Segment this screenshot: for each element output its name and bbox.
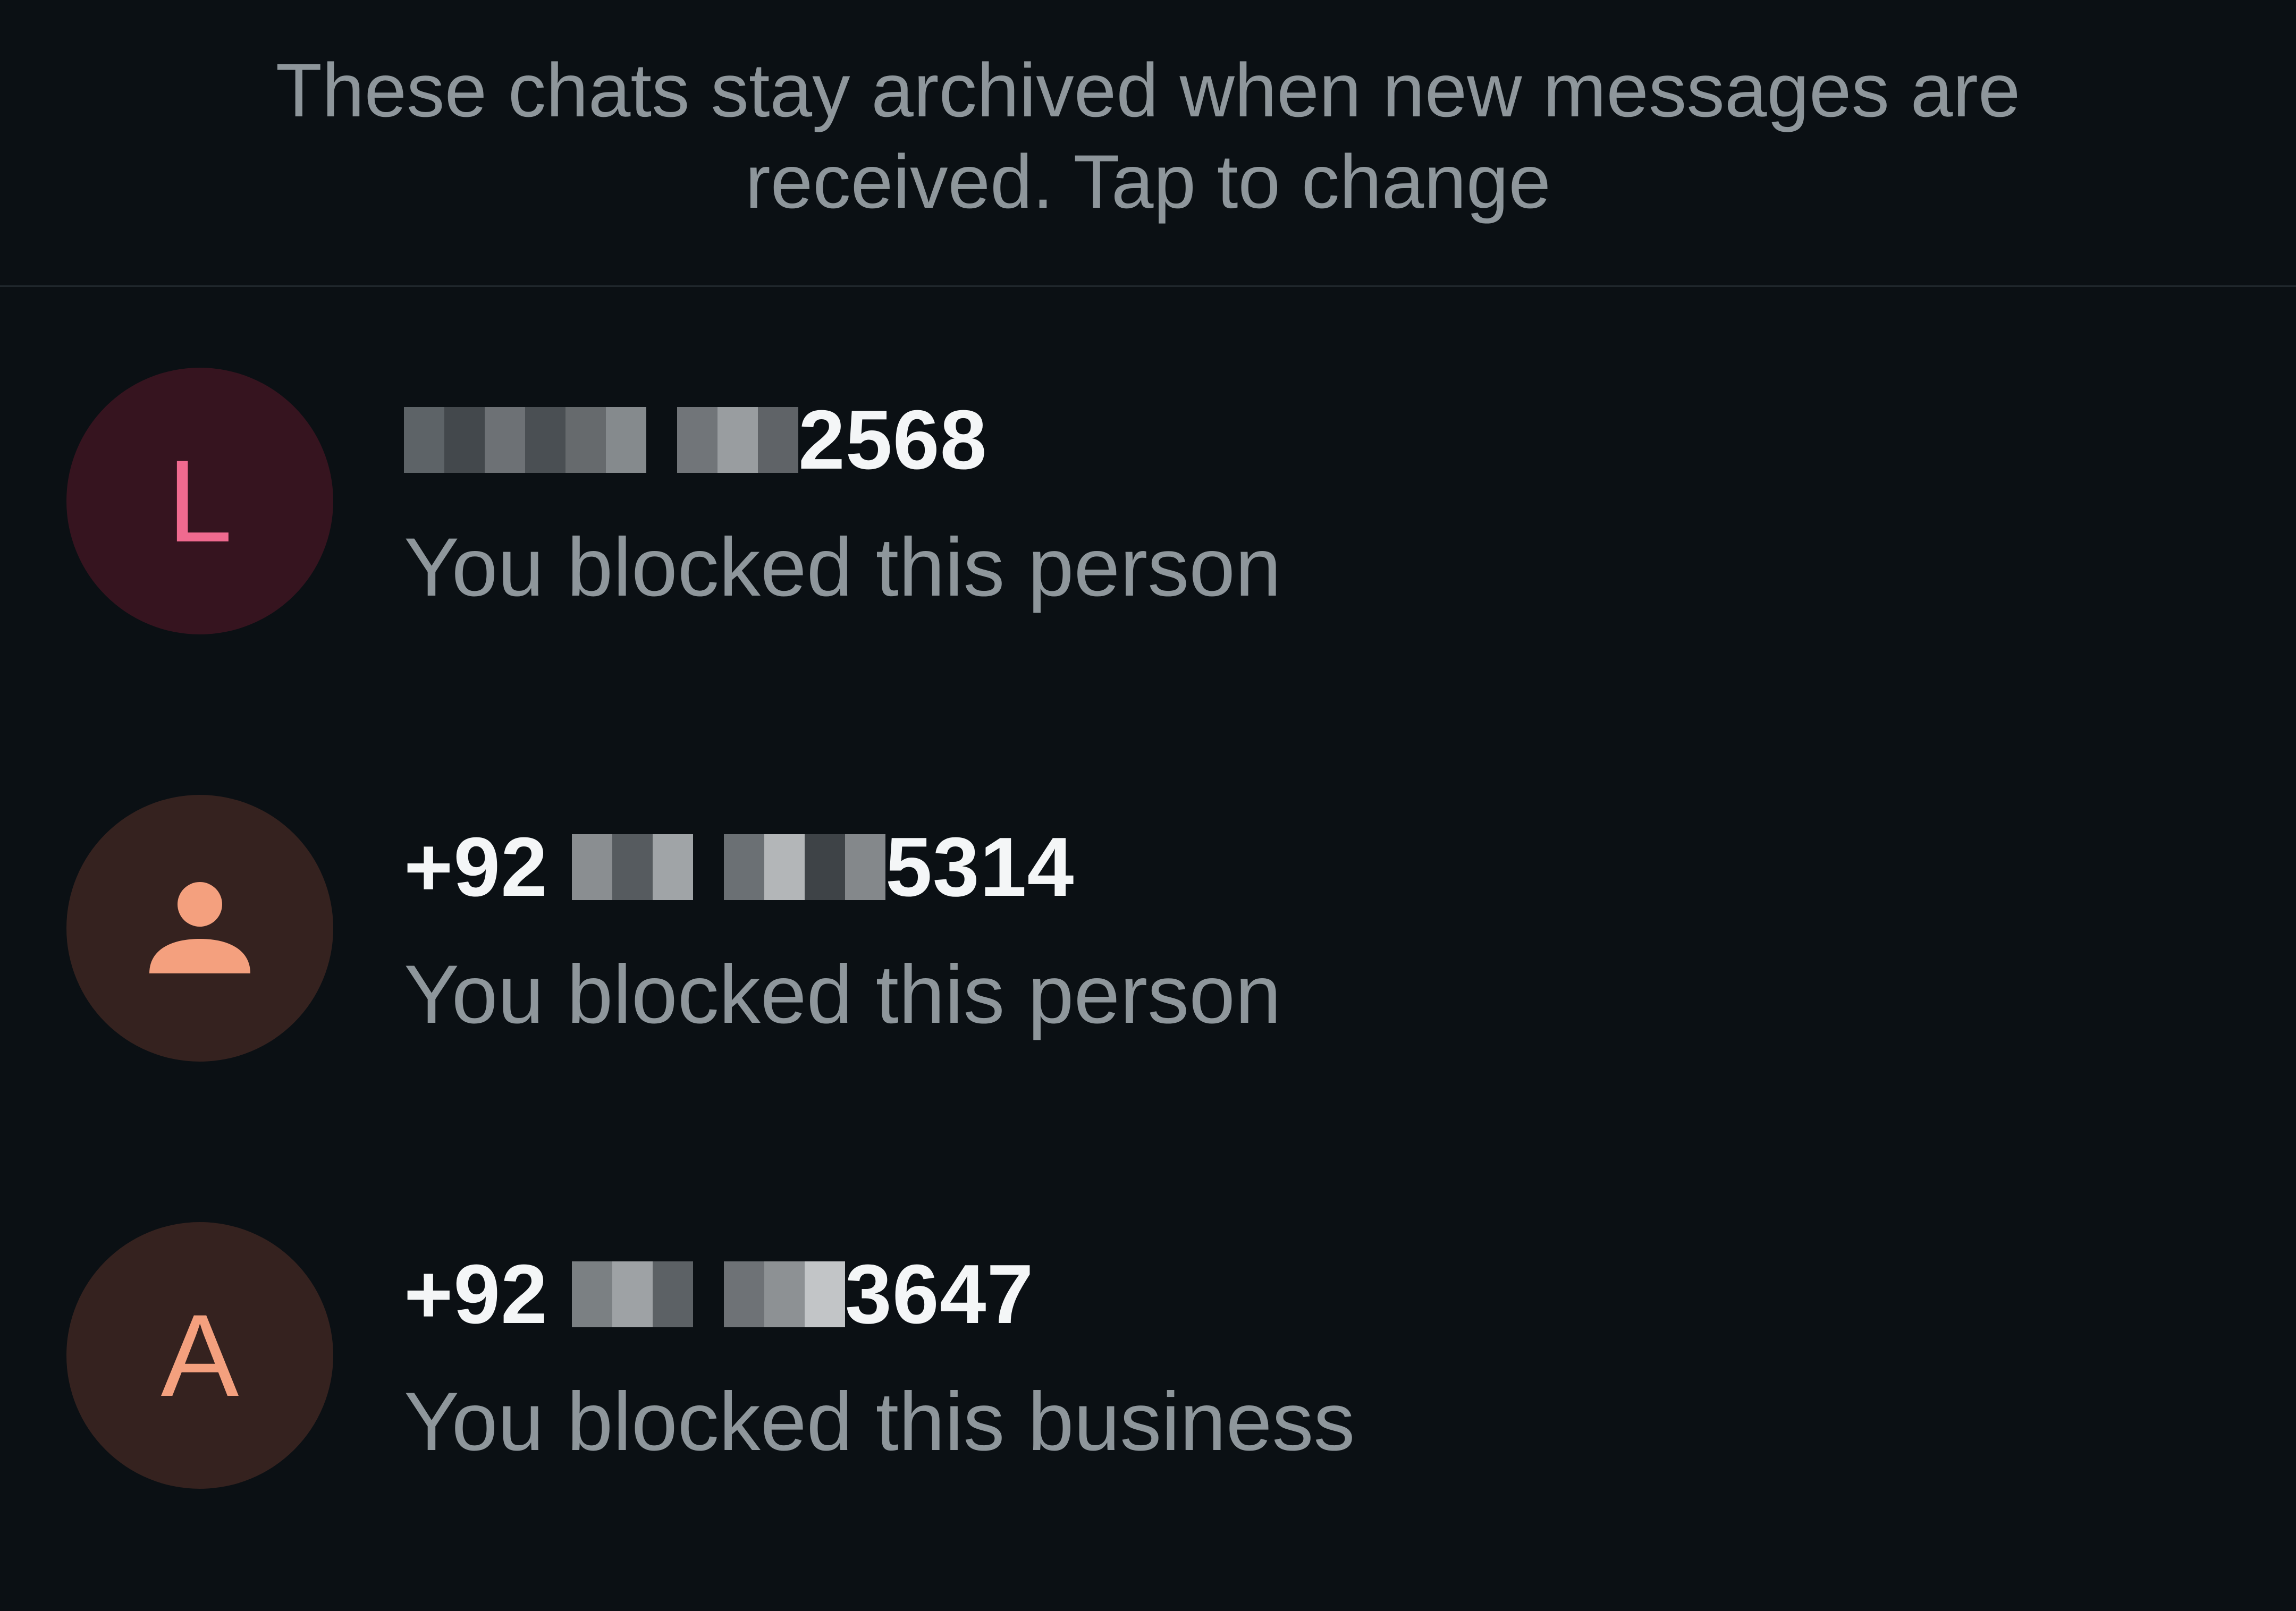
- redacted-number-segment: [723, 834, 885, 900]
- contact-name: +92 3647: [404, 1248, 1034, 1341]
- redacted-number-segment: [571, 834, 693, 900]
- redacted-number-segment: [677, 407, 798, 473]
- redacted-number-segment: [571, 1261, 693, 1327]
- chat-row-3[interactable]: A +92 3647 You blocked this business: [0, 1141, 2296, 1568]
- contact-name: +92 5314: [404, 820, 1074, 914]
- contact-name-suffix: 5314: [885, 820, 1075, 914]
- avatar-letter: A: [161, 1290, 239, 1421]
- avatar[interactable]: L: [66, 368, 333, 634]
- archive-banner-text: These chats stay archived when new messa…: [275, 48, 2021, 224]
- contact-name-suffix: 2568: [798, 393, 987, 487]
- contact-name-suffix: 3647: [845, 1247, 1034, 1341]
- chat-row-2[interactable]: +92 5314 You blocked this person: [0, 714, 2296, 1141]
- redacted-number-segment: [404, 407, 646, 473]
- chat-status: You blocked this person: [404, 521, 1281, 614]
- contact-name-prefix: +92: [404, 1247, 572, 1341]
- redacted-number-segment: [723, 1261, 845, 1327]
- contact-name-prefix: +92: [404, 820, 572, 914]
- chat-status: You blocked this business: [404, 1376, 1355, 1468]
- archive-settings-banner[interactable]: These chats stay archived when new messa…: [0, 0, 2296, 287]
- person-icon: [149, 882, 250, 973]
- contact-name: 2568: [404, 393, 987, 487]
- chat-row-1[interactable]: L 2568 You blocked this person: [0, 287, 2296, 714]
- avatar[interactable]: [66, 795, 333, 1062]
- avatar[interactable]: A: [66, 1222, 333, 1489]
- chat-status: You blocked this person: [404, 948, 1281, 1041]
- avatar-letter: L: [167, 436, 233, 566]
